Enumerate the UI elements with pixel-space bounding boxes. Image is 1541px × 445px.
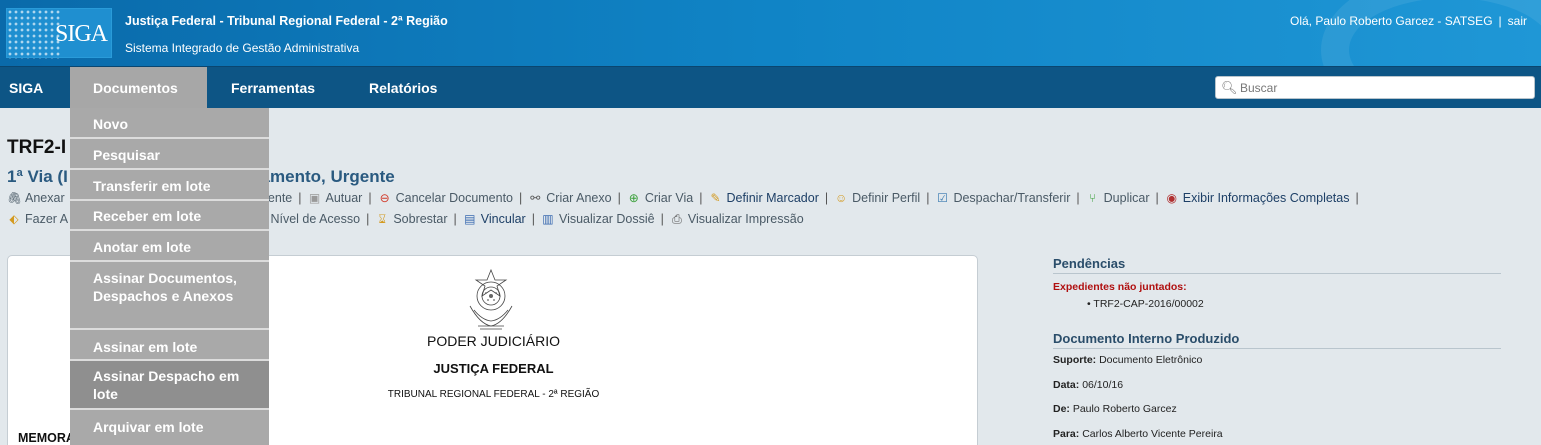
action-label: Vincular (480, 212, 526, 226)
menu-item-arquivar-em-lote[interactable]: Arquivar em lote (70, 410, 269, 445)
add-circle-icon: ⊕ (628, 191, 639, 205)
action-anexar[interactable]: 🖇︎ Anexar (7, 191, 65, 205)
hourglass-icon: ⌛︎ (378, 212, 387, 226)
tag-icon: ⬖ (9, 212, 19, 226)
field-value: Documento Eletrônico (1099, 354, 1203, 366)
field-label: Para: (1053, 428, 1080, 440)
search-icon: 🔍︎ (1221, 80, 1238, 95)
action-label: Definir Perfil (852, 191, 921, 205)
action-visualizar-impressao[interactable]: ⎙ Visualizar Impressão (670, 212, 804, 227)
nav-ferramentas[interactable]: Ferramentas (231, 67, 315, 109)
dispatch-icon: ☑ (937, 191, 948, 205)
action-label: nir Nível de Acesso (253, 212, 361, 226)
header-title: Justiça Federal - Tribunal Regional Fede… (125, 14, 448, 28)
action-despachar-transferir[interactable]: ☑ Despachar/Transferir (935, 191, 1070, 205)
field-value: Carlos Alberto Vicente Pereira (1082, 428, 1223, 440)
menu-item-assinar-em-lote[interactable]: Assinar em lote (70, 330, 269, 361)
field-label: Suporte: (1053, 354, 1097, 366)
brazil-coat-of-arms-icon (469, 268, 513, 330)
action-definir-nivel-acesso[interactable]: nir Nível de Acesso (253, 212, 360, 226)
attach-create-icon: ⚯ (530, 191, 541, 205)
nav-documentos[interactable]: Documentos (70, 67, 207, 109)
logout-link[interactable]: sair (1508, 14, 1527, 28)
action-label: Duplicar (1103, 191, 1150, 205)
search-box[interactable]: 🔍︎ (1215, 76, 1535, 99)
field-label: De: (1053, 403, 1070, 415)
document-title: TRF2-I (7, 137, 67, 158)
field-value: 06/10/16 (1082, 379, 1124, 391)
paperclip-icon: 🖇︎ (7, 191, 23, 205)
printer-icon: ⎙ (672, 212, 682, 226)
duplicate-icon: ⑂ (1089, 191, 1097, 205)
app-header: SIGA Justiça Federal - Tribunal Regional… (0, 0, 1541, 66)
documento-interno-heading: Documento Interno Produzido (1053, 331, 1501, 349)
pendencias-heading: Pendências (1053, 256, 1501, 274)
expediente-item[interactable]: • TRF2-CAP-2016/00002 (1087, 298, 1204, 310)
menu-item-assinar-despacho-em-lote[interactable]: Assinar Despacho em lote (70, 361, 269, 410)
menu-item-assinar-documentos[interactable]: Assinar Documentos, Despachos e Anexos (70, 262, 269, 330)
user-separator: | (1498, 14, 1502, 28)
expedientes-label: Expedientes não juntados: (1053, 281, 1187, 293)
action-label: Criar Via (644, 191, 694, 205)
action-autuar[interactable]: ▣ Autuar (308, 191, 363, 205)
action-fazer-anotacao[interactable]: ⬖ Fazer A (7, 212, 68, 226)
nav-siga[interactable]: SIGA (9, 67, 43, 109)
action-criar-anexo[interactable]: ⚯ Criar Anexo (528, 191, 611, 205)
action-duplicar[interactable]: ⑂ Duplicar (1086, 191, 1150, 205)
action-label: Definir Marcador (726, 191, 819, 205)
action-label: Exibir Informações Completas (1182, 191, 1350, 205)
siga-logo[interactable]: SIGA (6, 8, 112, 59)
cancel-icon: ⊖ (379, 191, 390, 205)
marker-icon: ✎ (710, 191, 721, 205)
menu-item-pesquisar[interactable]: Pesquisar (70, 139, 269, 170)
action-sobrestar[interactable]: ⌛︎ Sobrestar (375, 212, 448, 227)
menu-item-receber-em-lote[interactable]: Receber em lote (70, 201, 269, 231)
field-data: Data: 06/10/16 (1053, 379, 1123, 391)
action-vincular[interactable]: ▤ Vincular (463, 212, 526, 226)
action-label: Autuar (325, 191, 363, 205)
action-label: Visualizar Dossiê (558, 212, 655, 226)
logo-text: SIGA (55, 21, 108, 47)
link-doc-icon: ▤ (464, 212, 476, 226)
via-title-start: 1ª Via (I (7, 167, 68, 186)
menu-item-transferir-em-lote[interactable]: Transferir em lote (70, 170, 269, 201)
action-exibir-informacoes[interactable]: ◉ Exibir Informações Completas (1165, 191, 1350, 205)
action-label: Visualizar Impressão (687, 212, 804, 226)
dossier-icon: ▥ (542, 212, 554, 226)
action-label: Sobrestar (393, 212, 448, 226)
expediente-link[interactable]: TRF2-CAP-2016/00002 (1093, 298, 1203, 310)
action-label: Anexar (25, 191, 65, 205)
field-value: Paulo Roberto Garcez (1072, 403, 1177, 415)
action-definir-marcador[interactable]: ✎ Definir Marcador (708, 191, 818, 205)
action-label: Fazer A (25, 212, 69, 226)
logo-dots (7, 9, 61, 59)
action-visualizar-dossie[interactable]: ▥ Visualizar Dossiê (541, 212, 655, 226)
eye-icon: ◉ (1166, 191, 1177, 205)
menu-item-anotar-em-lote[interactable]: Anotar em lote (70, 231, 269, 262)
profile-icon: ☺ (834, 191, 848, 205)
action-cancelar-documento[interactable]: ⊖ Cancelar Documento (378, 191, 513, 205)
header-subtitle: Sistema Integrado de Gestão Administrati… (125, 41, 360, 55)
action-label: Despachar/Transferir (953, 191, 1071, 205)
action-label: Cancelar Documento (395, 191, 514, 205)
user-area: Olá, Paulo Roberto Garcez - SATSEG | sair (1290, 14, 1527, 28)
box-icon: ▣ (308, 191, 321, 205)
field-de: De: Paulo Roberto Garcez (1053, 403, 1177, 415)
field-suporte: Suporte: Documento Eletrônico (1053, 354, 1202, 366)
main-navbar: SIGA Documentos Ferramentas Relatórios 🔍… (0, 66, 1541, 109)
field-label: Data: (1053, 379, 1080, 391)
menu-item-novo[interactable]: Novo (70, 108, 269, 139)
nav-relatorios[interactable]: Relatórios (369, 67, 437, 109)
search-input[interactable] (1240, 79, 1530, 97)
action-label: Criar Anexo (546, 191, 612, 205)
action-criar-via[interactable]: ⊕ Criar Via (627, 191, 693, 205)
documentos-dropdown-menu: Novo Pesquisar Transferir em lote Recebe… (70, 108, 269, 445)
header-decoration (1321, 0, 1541, 66)
action-definir-perfil[interactable]: ☺ Definir Perfil (834, 191, 920, 205)
field-para: Para: Carlos Alberto Vicente Pereira (1053, 428, 1223, 440)
user-greeting: Olá, Paulo Roberto Garcez - SATSEG (1290, 14, 1493, 28)
